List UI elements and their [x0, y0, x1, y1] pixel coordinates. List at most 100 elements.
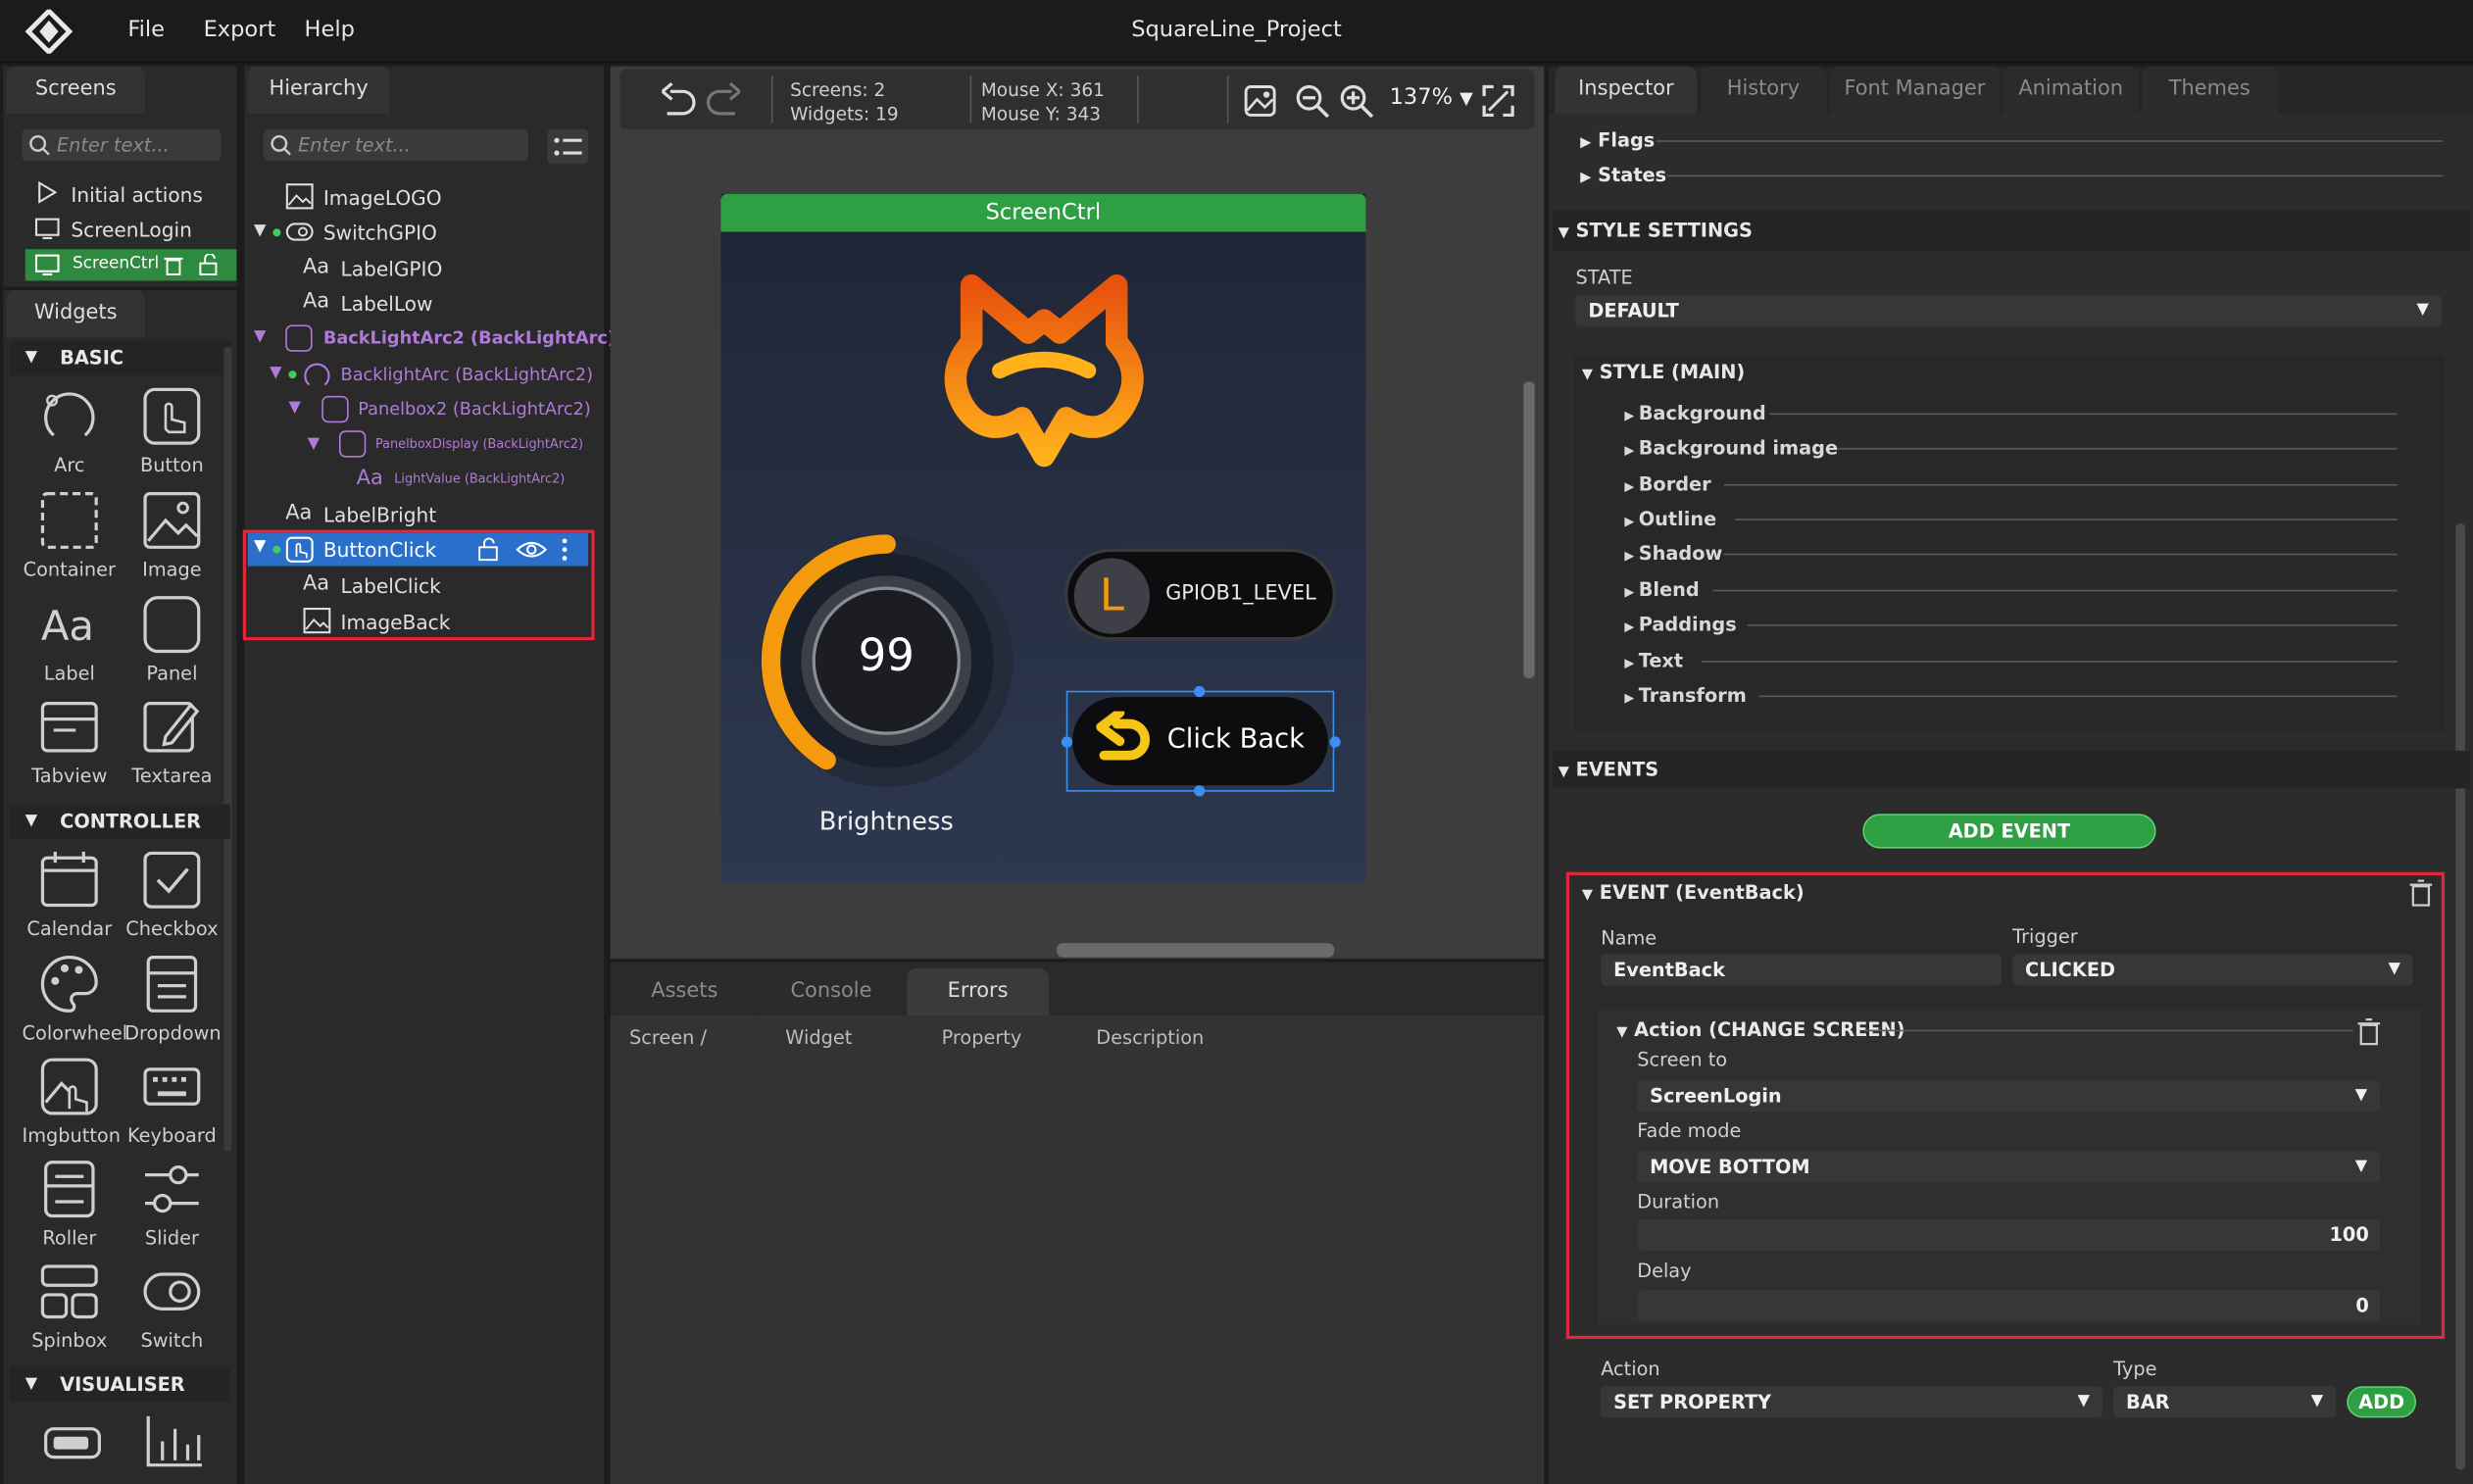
errors-table [610, 1015, 1545, 1484]
hierarchy-item-backlightarc[interactable]: BacklightArc (BackLightArc2) [341, 365, 593, 385]
section-basic[interactable]: ▼ BASIC [9, 340, 230, 375]
mouse-y-value: 343 [1065, 102, 1102, 125]
collapse-arrow[interactable]: ▼ [254, 223, 266, 240]
screens-item-screenlogin[interactable]: ScreenLogin [71, 218, 191, 241]
click-back-button[interactable]: Click Back [1072, 697, 1328, 786]
action-dropdown[interactable]: SET PROPERTY ▼ [1601, 1386, 2102, 1418]
tab-animation[interactable]: Animation [2003, 66, 2139, 114]
screens-item-screenctrl[interactable]: ScreenCtrl [25, 249, 237, 281]
collapse-arrow[interactable]: ▼ [270, 365, 281, 382]
section-visualiser[interactable]: ▼ VISUALISER [9, 1366, 230, 1403]
fullscreen-icon[interactable] [1481, 83, 1515, 118]
states-section[interactable]: ▶ States [1580, 164, 1666, 186]
zoom-select[interactable]: 137% ▼ [1390, 85, 1473, 111]
column-widget[interactable]: Widget [785, 1026, 852, 1049]
style-item-text[interactable]: ▶ Text [1624, 650, 1683, 672]
style-item-outline[interactable]: ▶ Outline [1624, 508, 1716, 530]
screens-search-input[interactable]: Enter text... [22, 128, 222, 162]
tab-widgets[interactable]: Widgets [6, 290, 146, 338]
widget-arc[interactable]: Arc [23, 385, 118, 476]
fox-logo-icon[interactable] [937, 272, 1152, 484]
scrollbar[interactable] [223, 346, 232, 1152]
canvas-horizontal-scrollbar[interactable] [1057, 943, 1335, 958]
zoom-in-icon[interactable] [1339, 83, 1374, 119]
hierarchy-item-switchgpio[interactable]: SwitchGPIO [323, 221, 437, 244]
add-action-button[interactable]: ADD [2347, 1386, 2417, 1418]
tab-inspector[interactable]: Inspector [1555, 66, 1698, 114]
style-item-background[interactable]: ▶ Background [1624, 402, 1765, 424]
canvas-vertical-scrollbar[interactable] [1523, 381, 1535, 678]
widget-slider[interactable]: Slider [124, 1158, 220, 1249]
widget-image[interactable]: Image [124, 489, 220, 580]
column-property[interactable]: Property [942, 1026, 1022, 1049]
widget-keyboard[interactable]: Keyboard [124, 1055, 220, 1147]
column-screen[interactable]: Screen / [629, 1026, 707, 1049]
widget-label[interactable]: Aa Label [23, 593, 118, 684]
collapse-arrow[interactable]: ▼ [288, 399, 300, 417]
list-view-button[interactable] [547, 128, 589, 165]
widget-imgbutton[interactable]: Imgbutton [23, 1055, 121, 1147]
tab-errors[interactable]: Errors [907, 967, 1050, 1016]
tab-themes[interactable]: Themes [2142, 66, 2278, 114]
style-item-background-image[interactable]: ▶ Background image [1624, 437, 1838, 460]
widget-tabview[interactable]: Tabview [23, 696, 118, 787]
widget-button[interactable]: Button [124, 385, 220, 476]
device-screen[interactable]: ScreenCtrl 99 Brightness L GPIOB1_LEVEL … [720, 193, 1366, 883]
tab-assets[interactable]: Assets [613, 967, 756, 1016]
section-controller[interactable]: ▼ CONTROLLER [9, 804, 230, 839]
unlock-icon[interactable] [199, 254, 222, 276]
style-item-border[interactable]: ▶ Border [1624, 473, 1710, 496]
redo-icon[interactable] [704, 82, 745, 117]
resize-handle[interactable] [1194, 685, 1206, 698]
widget-switch[interactable]: Switch [124, 1261, 220, 1352]
style-item-shadow[interactable]: ▶ Shadow [1624, 542, 1722, 565]
hierarchy-item-backlightarc2[interactable]: BackLightArc2 (BackLightArc) [323, 328, 616, 349]
bar-widget-icon[interactable] [41, 1419, 104, 1466]
chart-widget-icon[interactable] [143, 1413, 206, 1470]
style-item-blend[interactable]: ▶ Blend [1624, 578, 1699, 601]
add-event-button[interactable]: ADD EVENT [1862, 814, 2156, 849]
hierarchy-item-lightvalue[interactable]: LightValue (BackLightArc2) [394, 471, 565, 485]
widget-roller[interactable]: Roller [23, 1158, 118, 1249]
collapse-arrow[interactable]: ▼ [308, 435, 320, 453]
hierarchy-item-labellow[interactable]: LabelLow [341, 292, 433, 316]
tab-history[interactable]: History [1700, 66, 1827, 114]
hierarchy-item-labelbright[interactable]: LabelBright [323, 503, 436, 526]
undo-icon[interactable] [658, 82, 699, 117]
collapse-arrow[interactable]: ▼ [254, 328, 266, 346]
widget-container[interactable]: Container [23, 489, 118, 580]
events-header[interactable] [1552, 750, 2470, 789]
tab-font-manager[interactable]: Font Manager [1829, 66, 2001, 114]
hierarchy-search-input[interactable]: Enter text... [263, 128, 529, 162]
style-item-transform[interactable]: ▶ Transform [1624, 684, 1747, 707]
resize-handle[interactable] [1329, 736, 1341, 748]
hierarchy-item-panelboxdisplay[interactable]: PanelboxDisplay (BackLightArc2) [375, 437, 583, 451]
widget-calendar[interactable]: Calendar [23, 849, 118, 940]
delete-icon[interactable] [164, 254, 183, 276]
column-description[interactable]: Description [1096, 1026, 1204, 1049]
flags-section[interactable]: ▶ Flags [1580, 129, 1655, 152]
widget-colorwheel[interactable]: Colorwheel [23, 953, 127, 1044]
gpio-switch[interactable]: L GPIOB1_LEVEL [1064, 548, 1336, 641]
zoom-out-icon[interactable] [1295, 83, 1330, 119]
tab-console[interactable]: Console [760, 967, 903, 1016]
background-image-icon[interactable] [1243, 83, 1277, 118]
hierarchy-item-labelgpio[interactable]: LabelGPIO [341, 257, 443, 280]
inspector-scrollbar[interactable] [2455, 523, 2465, 1470]
style-main-title[interactable]: ▼ STYLE (MAIN) [1582, 361, 1745, 383]
hierarchy-item-panelbox2[interactable]: Panelbox2 (BackLightArc2) [358, 399, 591, 420]
widget-panel[interactable]: Panel [124, 593, 220, 684]
hierarchy-item-imagelogo[interactable]: ImageLOGO [323, 186, 442, 210]
resize-handle[interactable] [1061, 736, 1073, 748]
tab-screens[interactable]: Screens [6, 66, 146, 114]
state-dropdown[interactable]: DEFAULT ▼ [1575, 294, 2442, 327]
tab-hierarchy[interactable]: Hierarchy [247, 66, 390, 114]
type-dropdown[interactable]: BAR ▼ [2113, 1386, 2337, 1418]
widget-checkbox[interactable]: Checkbox [124, 849, 220, 940]
widget-textarea[interactable]: Textarea [124, 696, 220, 787]
screens-item-initial-actions[interactable]: Initial actions [71, 183, 202, 207]
widget-dropdown[interactable]: Dropdown [124, 953, 222, 1044]
style-item-paddings[interactable]: ▶ Paddings [1624, 614, 1736, 636]
widget-spinbox[interactable]: Spinbox [23, 1261, 118, 1352]
resize-handle[interactable] [1194, 785, 1206, 797]
